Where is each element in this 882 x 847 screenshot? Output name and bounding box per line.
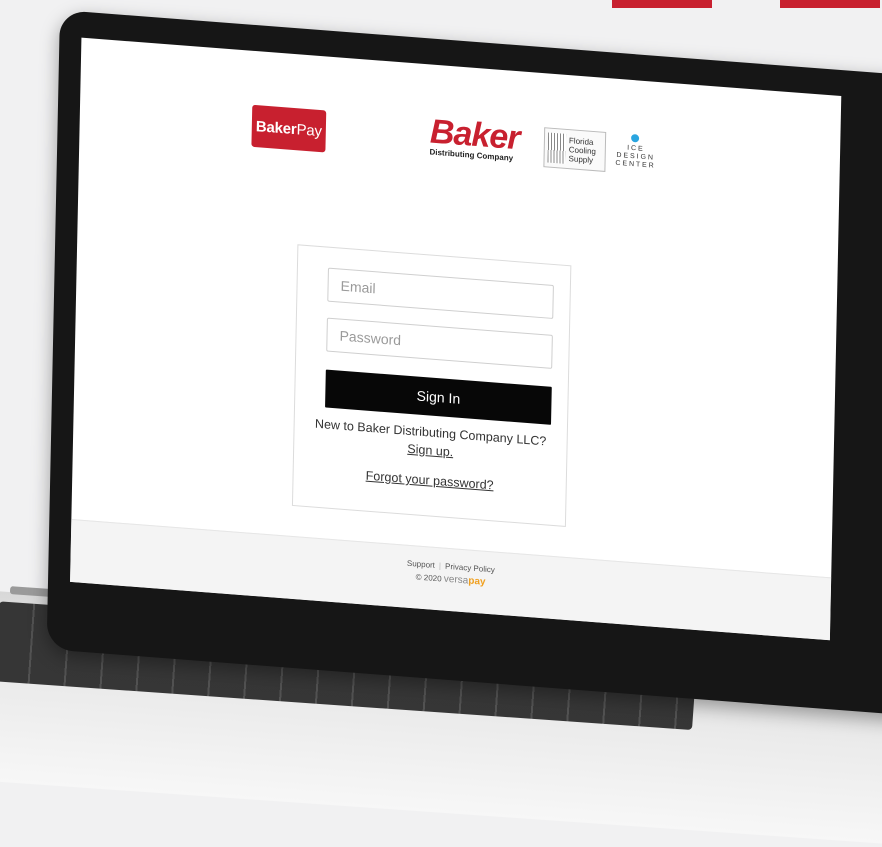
ice-dot-icon — [631, 133, 640, 143]
laptop-bezel: Baker Pay Baker Distributing Company Flor… — [46, 10, 882, 717]
palm-icon — [547, 132, 567, 164]
forgot-password-link[interactable]: Forgot your password? — [294, 463, 566, 498]
footer-links: Support | Privacy Policy — [71, 533, 831, 600]
versapay-logo-pay: pay — [468, 575, 486, 588]
florida-cooling-supply-logo: Florida Cooling Supply — [543, 127, 607, 172]
laptop-scene: ▮▮▮▭ BakerPay Baker Distributing Company… — [0, 0, 882, 847]
copyright: © 2020 versapay — [71, 545, 831, 614]
bakerpay-logo-regular: Pay — [296, 120, 322, 140]
login-screen: Baker Pay Baker Distributing Company Flor… — [70, 37, 842, 641]
fcs-line-3: Supply — [568, 153, 594, 165]
sign-in-button[interactable]: Sign In — [325, 369, 552, 425]
privacy-policy-link[interactable]: Privacy Policy — [445, 562, 495, 575]
red-accent-right — [780, 0, 880, 8]
copyright-text: © 2020 — [415, 572, 442, 584]
email-input[interactable]: Email — [327, 267, 554, 319]
footer: Support | Privacy Policy © 2020 versapay — [70, 518, 832, 641]
login-card: Email Password Sign In New to Baker Dist… — [291, 244, 572, 527]
support-link[interactable]: Support — [407, 559, 435, 570]
baker-logo: Baker Distributing Company — [429, 112, 538, 168]
footer-separator: | — [438, 561, 442, 571]
ice-design-center-logo: I C E D E S I G N C E N T E R — [613, 133, 656, 176]
red-accent-left — [612, 0, 712, 8]
versapay-logo-versa: versa — [443, 573, 469, 587]
bakerpay-logo-bold: Baker — [255, 117, 297, 138]
password-input[interactable]: Password — [326, 317, 553, 369]
bakerpay-logo: Baker Pay — [251, 104, 327, 153]
